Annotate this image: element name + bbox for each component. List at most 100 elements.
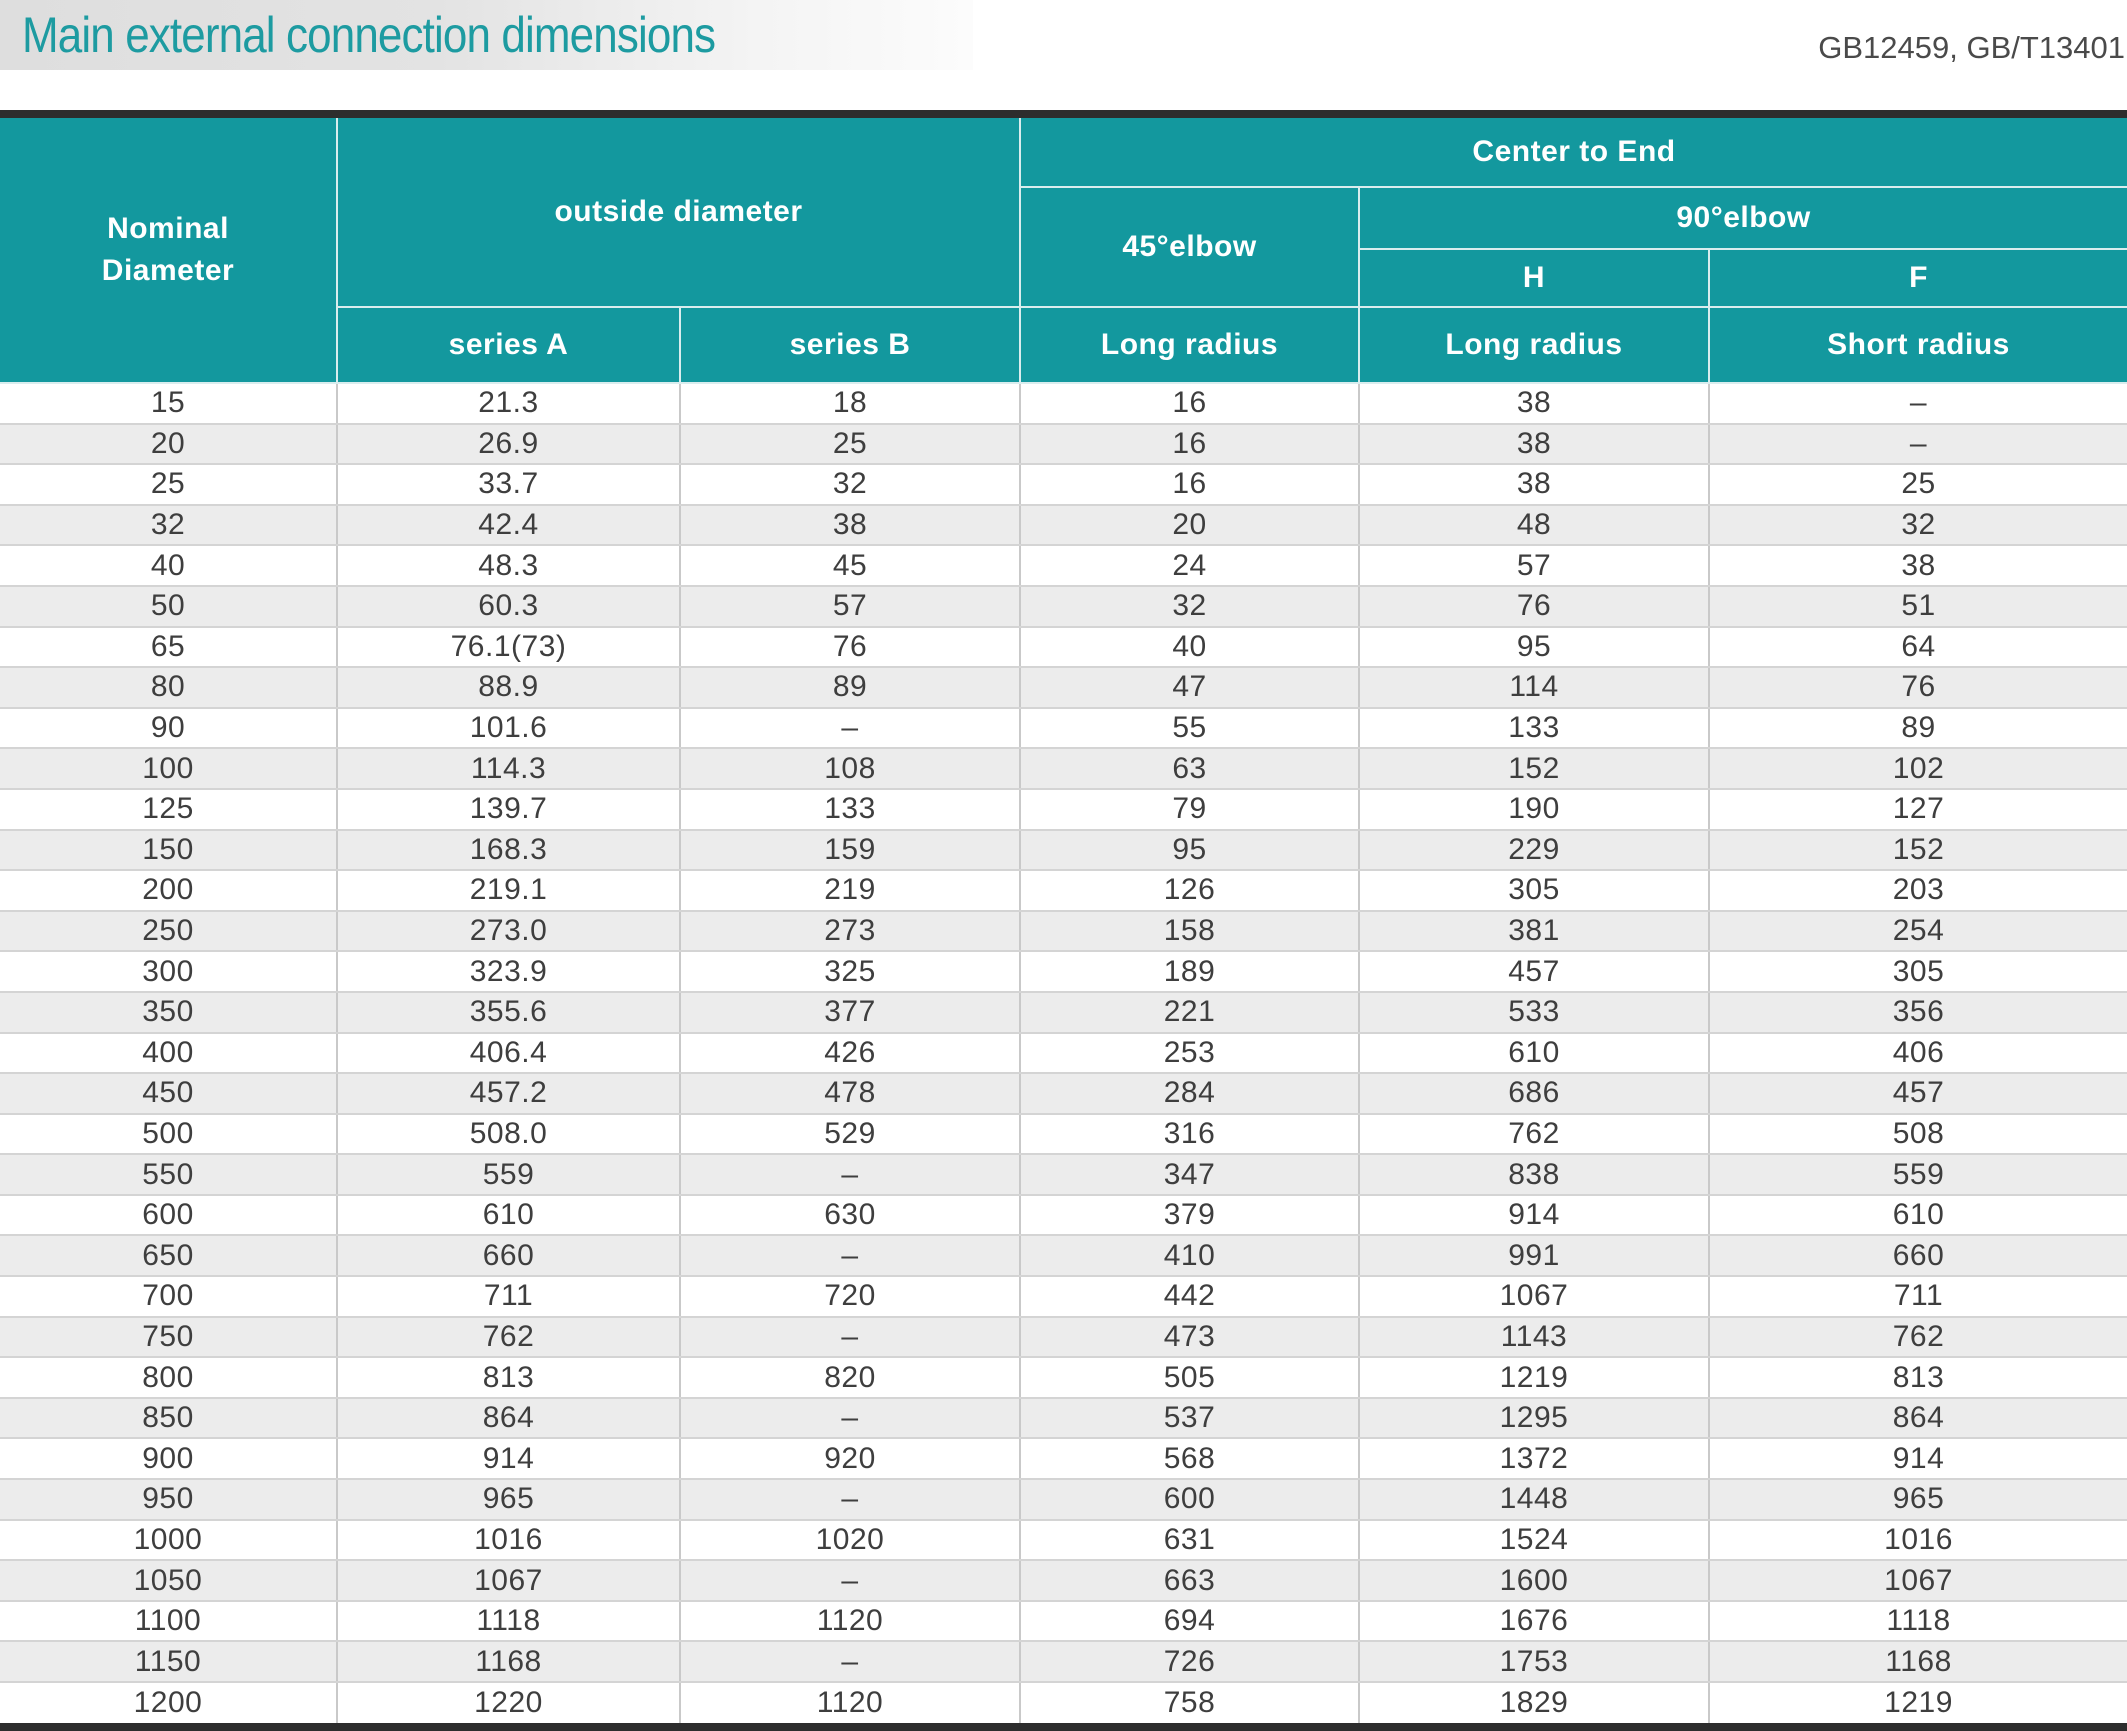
cell-nominal-diameter: 950 bbox=[0, 1479, 337, 1520]
cell-series-b: 1120 bbox=[680, 1601, 1020, 1642]
cell-elbow45-long-radius: 20 bbox=[1020, 505, 1359, 546]
cell-elbow90-f-short-radius: 89 bbox=[1709, 708, 2127, 749]
cell-nominal-diameter: 1100 bbox=[0, 1601, 337, 1642]
cell-elbow90-f-short-radius: 1118 bbox=[1709, 1601, 2127, 1642]
cell-elbow90-f-short-radius: 610 bbox=[1709, 1195, 2127, 1236]
cell-series-a: 1220 bbox=[337, 1682, 680, 1723]
cell-elbow45-long-radius: 63 bbox=[1020, 748, 1359, 789]
cell-elbow90-h-long-radius: 1600 bbox=[1359, 1560, 1709, 1601]
cell-elbow90-h-long-radius: 533 bbox=[1359, 992, 1709, 1033]
cell-elbow90-h-long-radius: 95 bbox=[1359, 627, 1709, 668]
cell-nominal-diameter: 1050 bbox=[0, 1560, 337, 1601]
cell-elbow45-long-radius: 47 bbox=[1020, 667, 1359, 708]
cell-nominal-diameter: 600 bbox=[0, 1195, 337, 1236]
cell-series-b: 325 bbox=[680, 951, 1020, 992]
cell-elbow90-f-short-radius: 914 bbox=[1709, 1438, 2127, 1479]
cell-series-a: 508.0 bbox=[337, 1114, 680, 1155]
table-row: 11001118112069416761118 bbox=[0, 1601, 2127, 1642]
page-title: Main external connection dimensions bbox=[22, 6, 715, 64]
cell-elbow45-long-radius: 32 bbox=[1020, 586, 1359, 627]
col-header-h-long-radius: Long radius bbox=[1359, 307, 1709, 383]
cell-series-a: 219.1 bbox=[337, 870, 680, 911]
table-row: 4048.345245738 bbox=[0, 545, 2127, 586]
cell-series-a: 457.2 bbox=[337, 1073, 680, 1114]
table-row: 950965–6001448965 bbox=[0, 1479, 2127, 1520]
table-row: 200219.1219126305203 bbox=[0, 870, 2127, 911]
cell-elbow90-h-long-radius: 190 bbox=[1359, 789, 1709, 830]
cell-series-a: 610 bbox=[337, 1195, 680, 1236]
cell-elbow90-f-short-radius: 660 bbox=[1709, 1235, 2127, 1276]
cell-elbow90-f-short-radius: 864 bbox=[1709, 1398, 2127, 1439]
cell-nominal-diameter: 250 bbox=[0, 911, 337, 952]
table-row: 650660–410991660 bbox=[0, 1235, 2127, 1276]
col-header-h: H bbox=[1359, 249, 1709, 307]
cell-elbow45-long-radius: 79 bbox=[1020, 789, 1359, 830]
table-row: 550559–347838559 bbox=[0, 1154, 2127, 1195]
title-bar: Main external connection dimensions bbox=[0, 0, 973, 70]
cell-elbow90-f-short-radius: 38 bbox=[1709, 545, 2127, 586]
cell-series-b: 478 bbox=[680, 1073, 1020, 1114]
cell-elbow90-f-short-radius: 813 bbox=[1709, 1357, 2127, 1398]
cell-elbow90-f-short-radius: 76 bbox=[1709, 667, 2127, 708]
cell-elbow90-h-long-radius: 762 bbox=[1359, 1114, 1709, 1155]
cell-series-a: 114.3 bbox=[337, 748, 680, 789]
table-row: 10001016102063115241016 bbox=[0, 1520, 2127, 1561]
table-row: 400406.4426253610406 bbox=[0, 1033, 2127, 1074]
col-header-series-b: series B bbox=[680, 307, 1020, 383]
cell-nominal-diameter: 50 bbox=[0, 586, 337, 627]
cell-series-a: 813 bbox=[337, 1357, 680, 1398]
cell-elbow45-long-radius: 189 bbox=[1020, 951, 1359, 992]
cell-elbow45-long-radius: 473 bbox=[1020, 1317, 1359, 1358]
table-row: 300323.9325189457305 bbox=[0, 951, 2127, 992]
cell-series-a: 711 bbox=[337, 1276, 680, 1317]
cell-series-b: 76 bbox=[680, 627, 1020, 668]
cell-elbow45-long-radius: 758 bbox=[1020, 1682, 1359, 1723]
table-row: 5060.357327651 bbox=[0, 586, 2127, 627]
cell-elbow90-h-long-radius: 686 bbox=[1359, 1073, 1709, 1114]
cell-elbow90-f-short-radius: 51 bbox=[1709, 586, 2127, 627]
cell-nominal-diameter: 65 bbox=[0, 627, 337, 668]
cell-series-a: 864 bbox=[337, 1398, 680, 1439]
cell-series-b: 377 bbox=[680, 992, 1020, 1033]
cell-nominal-diameter: 400 bbox=[0, 1033, 337, 1074]
cell-series-a: 101.6 bbox=[337, 708, 680, 749]
table-row: 12001220112075818291219 bbox=[0, 1682, 2127, 1723]
cell-nominal-diameter: 32 bbox=[0, 505, 337, 546]
cell-elbow45-long-radius: 726 bbox=[1020, 1641, 1359, 1682]
cell-series-b: 273 bbox=[680, 911, 1020, 952]
table-row: 350355.6377221533356 bbox=[0, 992, 2127, 1033]
cell-nominal-diameter: 650 bbox=[0, 1235, 337, 1276]
table-row: 11501168–72617531168 bbox=[0, 1641, 2127, 1682]
cell-elbow90-h-long-radius: 914 bbox=[1359, 1195, 1709, 1236]
cell-elbow90-f-short-radius: 64 bbox=[1709, 627, 2127, 668]
cell-series-b: 57 bbox=[680, 586, 1020, 627]
cell-series-a: 48.3 bbox=[337, 545, 680, 586]
table-row: 500508.0529316762508 bbox=[0, 1114, 2127, 1155]
table-frame: Nominal Diameter outside diameter Center… bbox=[0, 110, 2127, 1731]
cell-elbow90-h-long-radius: 838 bbox=[1359, 1154, 1709, 1195]
cell-series-b: 45 bbox=[680, 545, 1020, 586]
cell-series-a: 1168 bbox=[337, 1641, 680, 1682]
cell-elbow45-long-radius: 16 bbox=[1020, 383, 1359, 424]
table-row: 10501067–66316001067 bbox=[0, 1560, 2127, 1601]
cell-series-b: – bbox=[680, 1317, 1020, 1358]
cell-elbow90-h-long-radius: 38 bbox=[1359, 424, 1709, 465]
cell-series-b: 820 bbox=[680, 1357, 1020, 1398]
cell-elbow90-h-long-radius: 114 bbox=[1359, 667, 1709, 708]
cell-series-b: 1020 bbox=[680, 1520, 1020, 1561]
cell-elbow90-h-long-radius: 1067 bbox=[1359, 1276, 1709, 1317]
cell-series-b: 133 bbox=[680, 789, 1020, 830]
col-header-45-elbow: 45°elbow bbox=[1020, 187, 1359, 307]
cell-elbow90-h-long-radius: 57 bbox=[1359, 545, 1709, 586]
cell-nominal-diameter: 800 bbox=[0, 1357, 337, 1398]
cell-elbow45-long-radius: 316 bbox=[1020, 1114, 1359, 1155]
cell-series-b: 529 bbox=[680, 1114, 1020, 1155]
cell-elbow45-long-radius: 253 bbox=[1020, 1033, 1359, 1074]
cell-elbow90-f-short-radius: 508 bbox=[1709, 1114, 2127, 1155]
cell-nominal-diameter: 150 bbox=[0, 830, 337, 871]
cell-series-a: 60.3 bbox=[337, 586, 680, 627]
cell-series-b: 1120 bbox=[680, 1682, 1020, 1723]
cell-nominal-diameter: 300 bbox=[0, 951, 337, 992]
cell-nominal-diameter: 550 bbox=[0, 1154, 337, 1195]
cell-elbow45-long-radius: 568 bbox=[1020, 1438, 1359, 1479]
